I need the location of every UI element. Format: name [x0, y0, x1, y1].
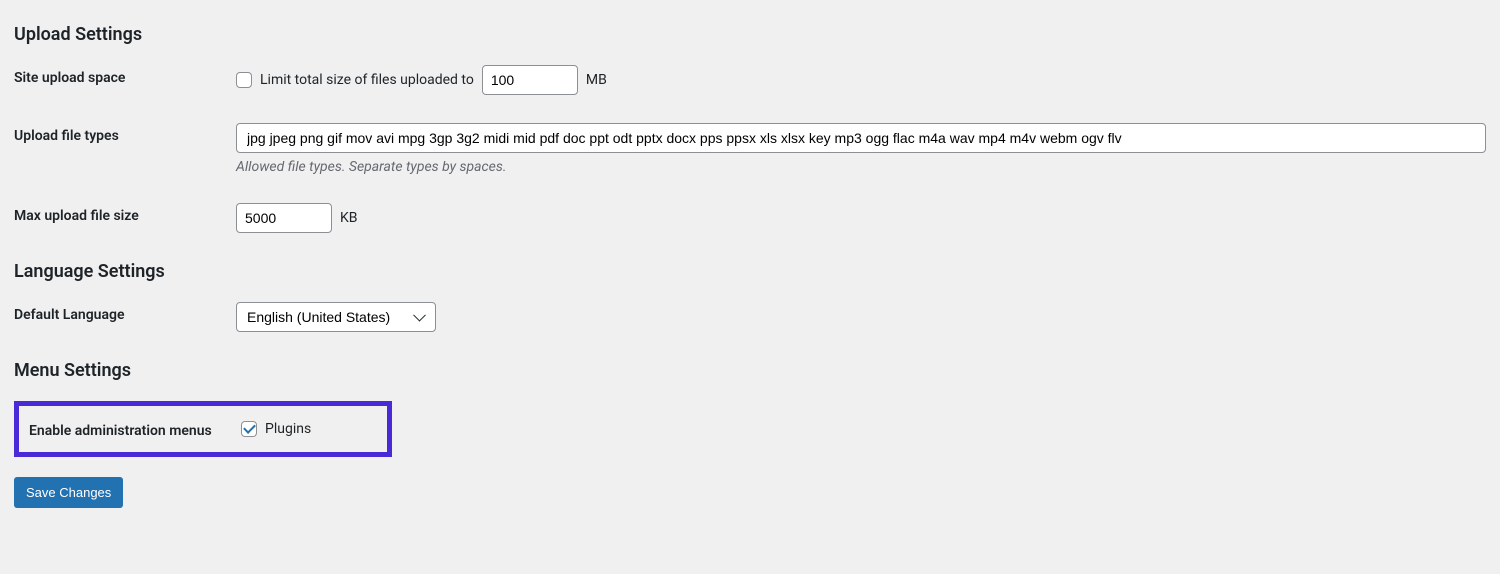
- plugins-label: Plugins: [265, 421, 311, 437]
- upload-file-types-label: Upload file types: [14, 123, 236, 145]
- limit-total-checkbox[interactable]: [236, 72, 252, 88]
- limit-total-unit: MB: [586, 72, 607, 88]
- enable-admin-menus-highlight: Enable administration menus Plugins: [14, 401, 392, 457]
- language-settings-heading: Language Settings: [14, 261, 1486, 282]
- max-upload-size-row: Max upload file size KB: [14, 203, 1486, 233]
- upload-file-types-input[interactable]: [236, 123, 1486, 153]
- upload-settings-heading: Upload Settings: [14, 24, 1486, 45]
- site-upload-space-label: Site upload space: [14, 65, 236, 87]
- max-upload-size-label: Max upload file size: [14, 203, 236, 225]
- default-language-label: Default Language: [14, 302, 236, 324]
- default-language-row: Default Language English (United States): [14, 302, 1486, 332]
- enable-admin-menus-label: Enable administration menus: [19, 418, 241, 440]
- default-language-select[interactable]: English (United States): [236, 302, 436, 332]
- save-changes-button[interactable]: Save Changes: [14, 477, 123, 508]
- upload-file-types-help: Allowed file types. Separate types by sp…: [236, 159, 506, 175]
- max-upload-size-input[interactable]: [236, 203, 332, 233]
- upload-file-types-row: Upload file types Allowed file types. Se…: [14, 123, 1486, 175]
- max-upload-size-unit: KB: [340, 210, 358, 226]
- menu-settings-heading: Menu Settings: [14, 360, 1486, 381]
- limit-total-label: Limit total size of files uploaded to: [260, 72, 474, 88]
- plugins-checkbox[interactable]: [241, 421, 257, 437]
- limit-total-input[interactable]: [482, 65, 578, 95]
- site-upload-space-row: Site upload space Limit total size of fi…: [14, 65, 1486, 95]
